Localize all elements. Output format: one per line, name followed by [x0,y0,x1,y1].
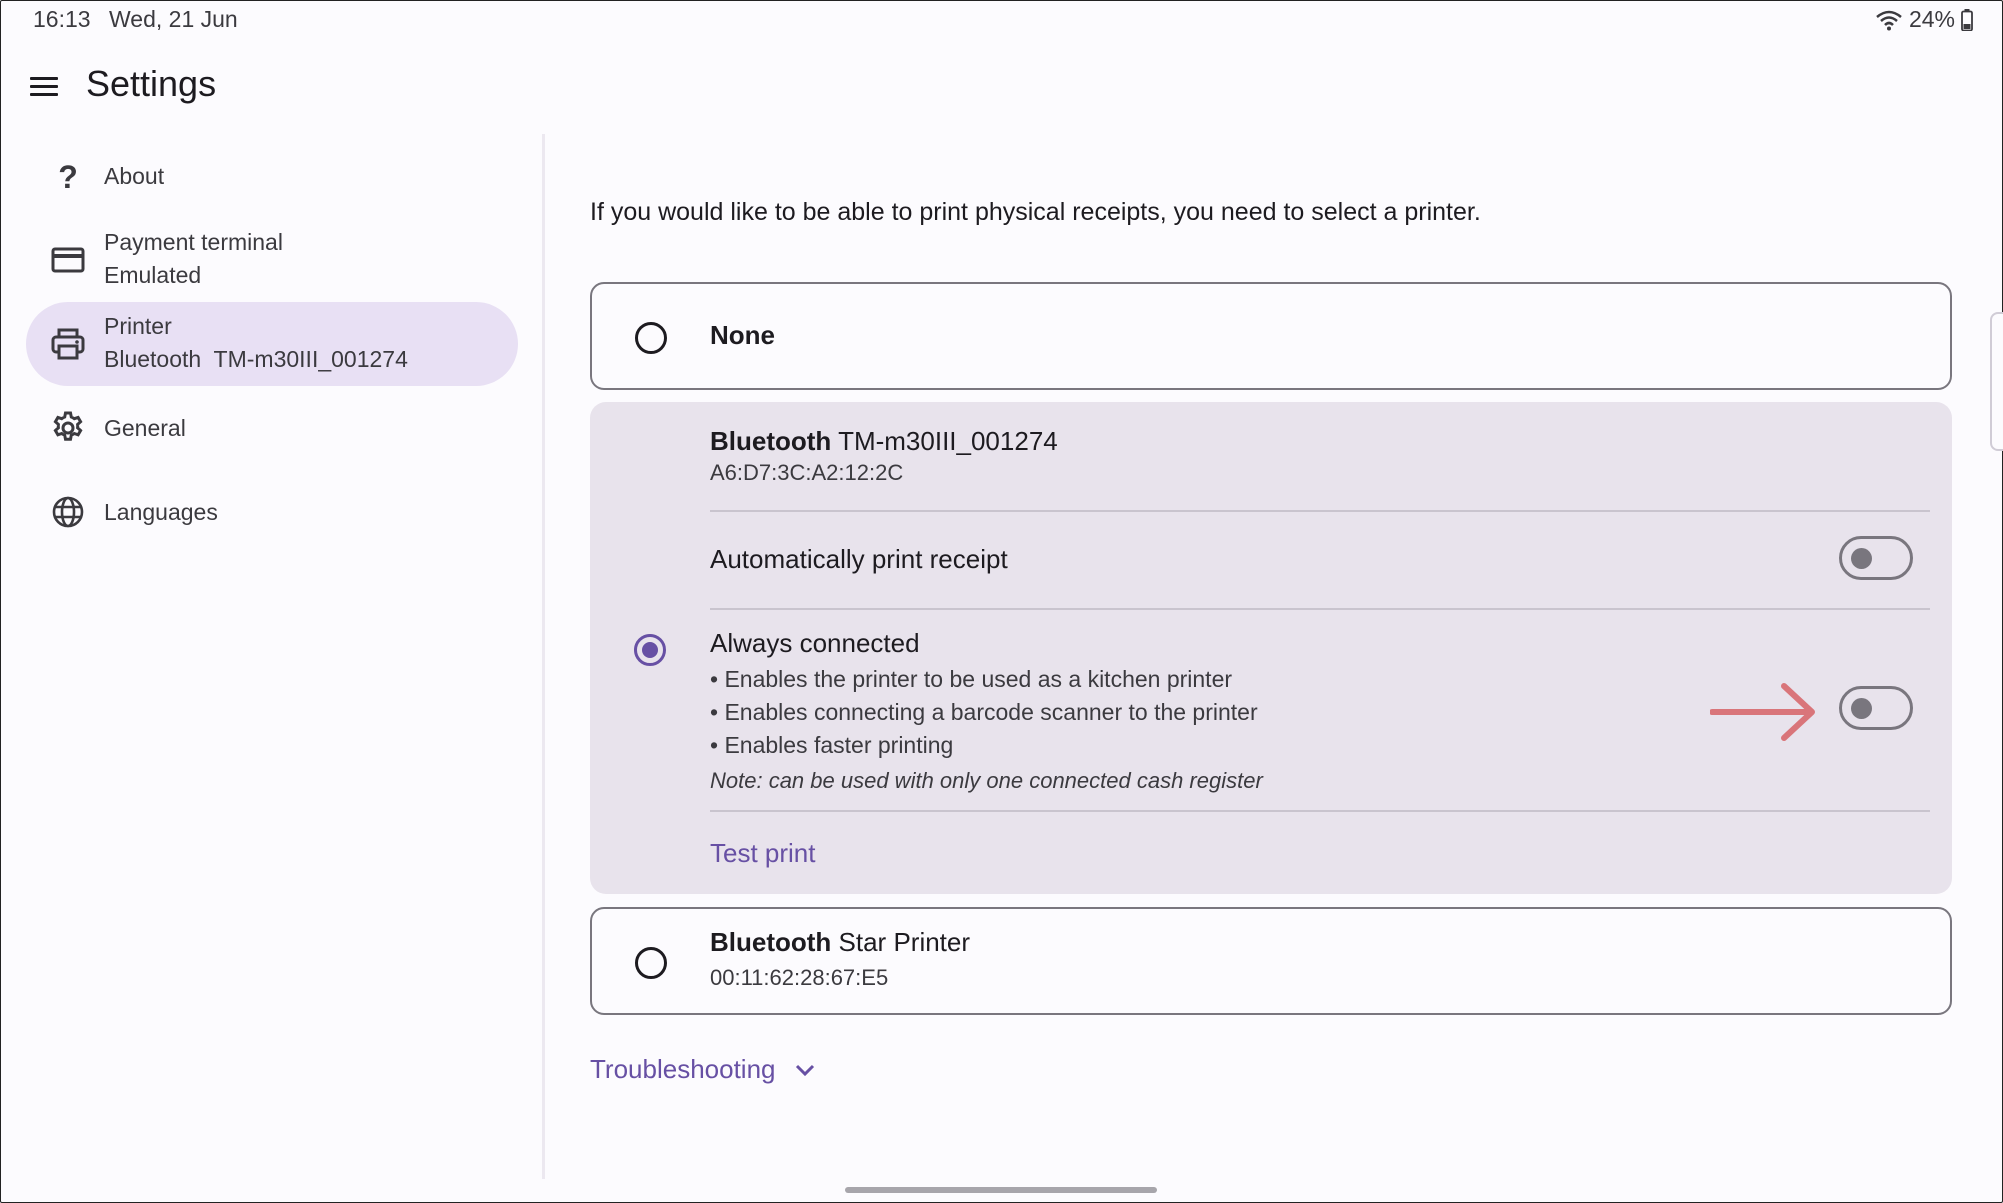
sidebar-item-payment-terminal[interactable]: Payment terminal Emulated [26,222,518,298]
page-title: Settings [86,63,217,104]
auto-print-label: Automatically print receipt [710,544,1008,574]
radio-none[interactable] [635,322,667,354]
printer-address: A6:D7:3C:A2:12:2C [710,460,904,485]
hamburger-menu-icon[interactable] [28,72,60,100]
sidebar-item-languages[interactable]: Languages [26,482,518,542]
sidebar-item-printer[interactable]: Printer Bluetooth TM-m30III_001274 [26,302,518,386]
svg-text:?: ? [58,159,78,194]
credit-card-icon [51,247,85,273]
home-indicator[interactable] [845,1187,1157,1193]
scrollbar[interactable] [1990,312,2003,451]
sidebar-item-label: Languages [104,499,218,525]
gear-icon [53,411,83,441]
intro-text: If you would like to be able to print ph… [590,198,1481,226]
bullet-item: • Enables the printer to be used as a ki… [710,666,1233,692]
divider [710,608,1930,610]
wifi-icon [1876,10,1902,30]
bullet-item: • Enables faster printing [710,732,954,758]
annotation-arrow-icon [1710,683,1815,741]
sidebar-item-label: Payment terminal [104,229,283,255]
sidebar-item-sublabel: Bluetooth TM-m30III_001274 [104,346,408,372]
option-title: Bluetooth Star Printer [710,927,971,957]
always-connected-note: Note: can be used with only one connecte… [710,768,1263,793]
status-date: Wed, 21 Jun [109,6,238,32]
sidebar-item-about[interactable]: ? About [26,146,518,206]
test-print-button[interactable]: Test print [710,838,816,869]
radio-tm-m30iii[interactable] [634,634,666,666]
toggle-knob [1851,698,1872,719]
status-time: 16:13 [33,6,91,32]
question-mark-icon: ? [58,159,78,194]
printer-option-star[interactable]: Bluetooth Star Printer 00:11:62:28:67:E5 [590,907,1952,1015]
globe-icon [52,496,84,528]
option-title: Bluetooth TM-m30III_001274 [710,426,1058,456]
status-icons: 24% [1875,6,1973,33]
sidebar-item-label: About [104,163,165,189]
battery-percent: 24% [1908,6,1955,32]
always-connected-label: Always connected [710,628,920,658]
printer-option-tm-m30iii[interactable]: Bluetooth TM-m30III_001274 A6:D7:3C:A2:1… [590,402,1952,894]
always-connected-toggle[interactable] [1839,686,1913,730]
radio-star[interactable] [635,947,667,979]
option-title: None [710,320,775,350]
sidebar-item-label: General [104,415,186,441]
battery-icon [1961,8,1973,31]
divider [710,510,1930,512]
troubleshooting-label: Troubleshooting [590,1054,776,1084]
sidebar-item-sublabel: Emulated [104,262,202,288]
printer-address: 00:11:62:28:67:E5 [710,965,889,990]
sidebar-item-general[interactable]: General [26,398,518,458]
auto-print-toggle[interactable] [1839,536,1913,580]
sidebar-divider [542,134,545,1179]
printer-option-none[interactable]: None [590,282,1952,390]
sidebar-item-label: Printer [104,313,172,339]
toggle-knob [1851,548,1872,569]
bullet-item: • Enables connecting a barcode scanner t… [710,699,1258,725]
chevron-down-icon [795,1064,814,1076]
troubleshooting-toggle[interactable]: Troubleshooting [590,1054,816,1085]
divider [710,810,1930,812]
printer-icon [51,328,85,360]
